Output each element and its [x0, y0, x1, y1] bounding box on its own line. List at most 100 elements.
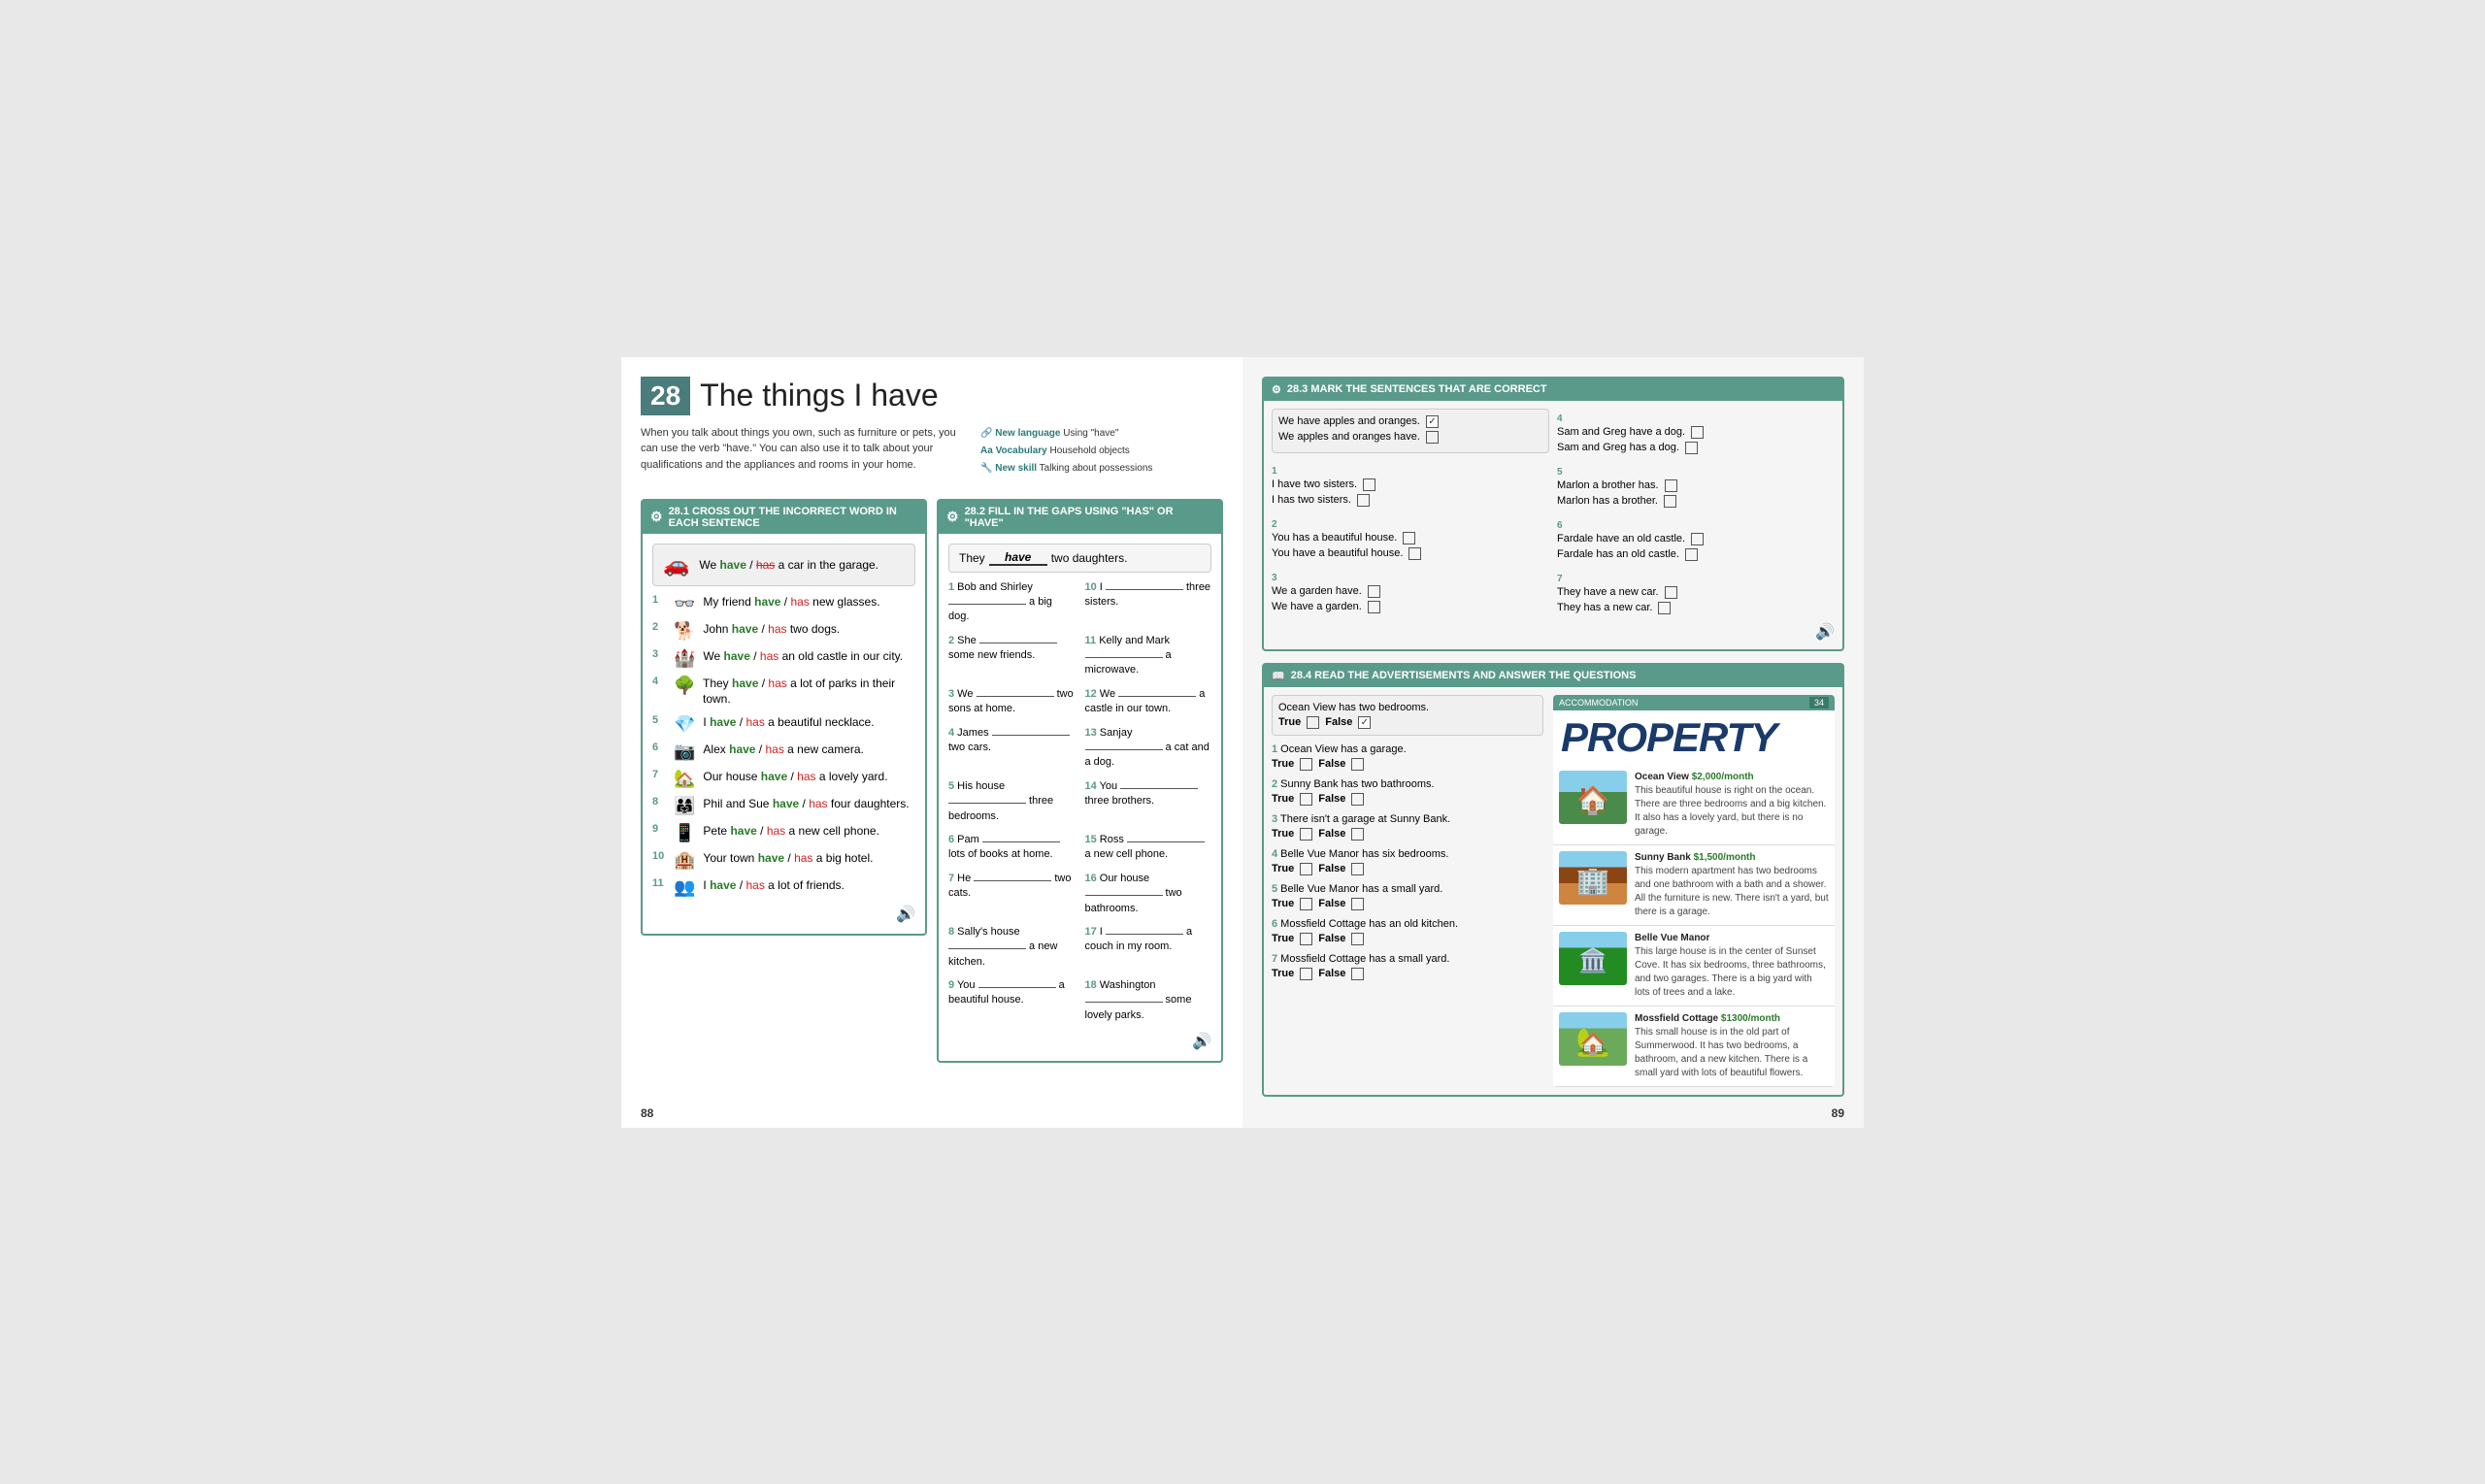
checkbox-false-example[interactable]: [1358, 716, 1371, 729]
list-item: 9 You a beautiful house.: [948, 978, 1076, 1023]
checkbox[interactable]: [1665, 479, 1677, 492]
belle-vue-image: [1559, 932, 1627, 985]
new-language-label: 🔗 New language: [980, 428, 1060, 439]
checkbox[interactable]: [1658, 602, 1671, 614]
property-tag: ACCOMMODATION 34: [1553, 695, 1835, 710]
chapter-number: 28: [641, 377, 690, 415]
list-item: 4 Sam and Greg have a dog. Sam and Greg …: [1557, 409, 1835, 454]
list-item: 13 Sanjay a cat and a dog.: [1085, 726, 1212, 771]
exercise-283-header: ⚙ 28.3 MARK THE SENTENCES THAT ARE CORRE…: [1264, 379, 1842, 401]
list-item: Sunny Bank $1,500/month This modern apar…: [1553, 845, 1835, 926]
list-item: 6 📷 Alex have / has a new camera.: [652, 742, 915, 762]
gear-icon-283: ⚙: [1272, 383, 1281, 396]
list-item: 6 Pam lots of books at home.: [948, 833, 1076, 863]
exercise-281: ⚙ 28.1 CROSS OUT THE INCORRECT WORD IN E…: [641, 499, 927, 937]
list-item: 4 James two cars.: [948, 726, 1076, 771]
checkbox[interactable]: [1691, 426, 1704, 439]
list-item: Mossfield Cottage $1300/month This small…: [1553, 1006, 1835, 1087]
checkbox[interactable]: [1685, 442, 1698, 454]
checkbox[interactable]: [1408, 547, 1421, 560]
checkbox[interactable]: [1363, 478, 1375, 491]
list-item: 1 I have two sisters. I has two sisters.: [1272, 461, 1549, 507]
page-number-right: 89: [1832, 1106, 1844, 1120]
checkbox[interactable]: [1351, 793, 1364, 806]
exercise-281-header: ⚙ 28.1 CROSS OUT THE INCORRECT WORD IN E…: [643, 501, 925, 534]
list-item: 1 Bob and Shirley a big dog.: [948, 580, 1076, 625]
audio-icon-282[interactable]: 🔊: [948, 1032, 1211, 1051]
car-icon: 🚗: [663, 552, 689, 577]
property-advertisement: ACCOMMODATION 34 PROPERTY Ocean View: [1553, 695, 1835, 1087]
chapter-title: The things I have: [700, 378, 938, 413]
list-item: 15 Ross a new cell phone.: [1085, 833, 1212, 863]
checkbox[interactable]: [1351, 828, 1364, 841]
list-item: 9 📱 Pete have / has a new cell phone.: [652, 823, 915, 843]
exercise-284-header: 📖 28.4 READ THE ADVERTISEMENTS AND ANSWE…: [1264, 665, 1842, 687]
book-icon-284: 📖: [1272, 670, 1285, 682]
mossfield-info: Mossfield Cottage $1300/month This small…: [1635, 1012, 1829, 1080]
checkbox[interactable]: [1300, 968, 1312, 980]
checkbox[interactable]: [1665, 586, 1677, 599]
belle-vue-info: Belle Vue Manor This large house is in t…: [1635, 932, 1829, 1000]
list-item: 7 They have a new car. They has a new ca…: [1557, 569, 1835, 614]
checkbox[interactable]: [1685, 548, 1698, 561]
checkbox[interactable]: [1351, 968, 1364, 980]
checkbox[interactable]: [1403, 532, 1415, 544]
list-item: 11 Kelly and Mark a microwave.: [1085, 634, 1212, 678]
example-fill-answer: have: [989, 550, 1047, 566]
audio-icon-283[interactable]: 🔊: [1557, 622, 1835, 642]
checkbox[interactable]: [1357, 494, 1370, 507]
checkbox[interactable]: [1300, 828, 1312, 841]
page-number-left: 88: [641, 1106, 653, 1120]
checkbox[interactable]: [1300, 793, 1312, 806]
list-item: 6 Mossfield Cottage has an old kitchen. …: [1272, 918, 1543, 945]
list-item: Ocean View $2,000/month This beautiful h…: [1553, 765, 1835, 845]
gear-icon-281: ⚙: [650, 509, 663, 525]
list-item: 2 You has a beautiful house. You have a …: [1272, 514, 1549, 560]
list-item: 7 🏡 Our house have / has a lovely yard.: [652, 769, 915, 789]
exercise-282: ⚙ 28.2 FILL IN THE GAPS USING "HAS" OR "…: [937, 499, 1223, 1064]
example-text: We have / has a car in the garage.: [699, 558, 878, 572]
list-item: 16 Our house two bathrooms.: [1085, 872, 1212, 916]
checkbox[interactable]: [1426, 431, 1439, 444]
list-item: 12 We a castle in our town.: [1085, 687, 1212, 717]
checkbox[interactable]: [1351, 898, 1364, 910]
mossfield-image: [1559, 1012, 1627, 1066]
intro-text: When you talk about things you own, such…: [641, 425, 961, 478]
list-item: 11 👥 I have / has a lot of friends.: [652, 877, 915, 898]
exercise-284-example: Ocean View has two bedrooms. True False: [1272, 695, 1543, 736]
list-item: 18 Washington some lovely parks.: [1085, 978, 1212, 1023]
audio-icon-281[interactable]: 🔊: [652, 905, 915, 924]
exercise-284: 📖 28.4 READ THE ADVERTISEMENTS AND ANSWE…: [1262, 663, 1844, 1097]
list-item: 2 Sunny Bank has two bathrooms. True Fal…: [1272, 778, 1543, 806]
checkbox[interactable]: [1351, 863, 1364, 875]
list-item: 1 👓 My friend have / has new glasses.: [652, 594, 915, 614]
checkbox[interactable]: [1300, 758, 1312, 771]
checkbox[interactable]: [1351, 758, 1364, 771]
vocabulary-label: Aa Vocabulary: [980, 445, 1047, 456]
sunny-bank-info: Sunny Bank $1,500/month This modern apar…: [1635, 851, 1829, 919]
list-item: 6 Fardale have an old castle. Fardale ha…: [1557, 515, 1835, 561]
checkbox[interactable]: [1664, 495, 1676, 508]
list-item: 3 We two sons at home.: [948, 687, 1076, 717]
gear-icon-282: ⚙: [946, 509, 959, 525]
list-item: 8 Sally's house a new kitchen.: [948, 925, 1076, 970]
checkbox-true-example[interactable]: [1307, 716, 1319, 729]
checkbox[interactable]: [1300, 863, 1312, 875]
exercise-283: ⚙ 28.3 MARK THE SENTENCES THAT ARE CORRE…: [1262, 377, 1844, 651]
list-item: 3 We a garden have. We have a garden.: [1272, 568, 1549, 613]
checkbox[interactable]: [1351, 933, 1364, 945]
list-item: 7 He two cats.: [948, 872, 1076, 916]
chapter-header: 28 The things I have: [641, 377, 1223, 415]
new-skill-label: 🔧 New skill: [980, 463, 1037, 474]
checkbox[interactable]: [1368, 601, 1380, 613]
list-item: 10 I three sisters.: [1085, 580, 1212, 625]
checkbox[interactable]: [1426, 415, 1439, 428]
checkbox[interactable]: [1300, 898, 1312, 910]
check-row: We have apples and oranges.: [1278, 415, 1542, 428]
checkbox[interactable]: [1368, 585, 1380, 598]
checkbox[interactable]: [1300, 933, 1312, 945]
list-item: 5 Marlon a brother has. Marlon has a bro…: [1557, 462, 1835, 508]
checkbox[interactable]: [1691, 533, 1704, 545]
new-language-box: 🔗 New language Using "have" Aa Vocabular…: [980, 425, 1152, 478]
ocean-view-image: [1559, 771, 1627, 824]
